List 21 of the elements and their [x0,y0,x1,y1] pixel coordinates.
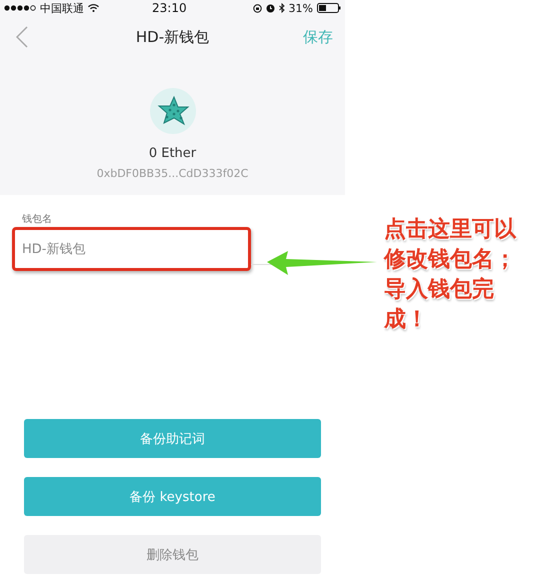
backup-button[interactable]: 备份 keystore [24,477,321,516]
wallet-name-field[interactable]: HD-新钱包 [12,227,251,271]
back-icon[interactable] [16,26,28,48]
field-label: 钱包名 [22,214,52,226]
status-time: 23:10 [152,1,187,15]
carrier-name: 中国联通 [40,0,84,16]
alarm-icon [266,4,275,12]
battery-icon [317,3,341,13]
delete-button[interactable]: 删除钱包 [24,535,321,574]
annotation-text: 点击这里可以 修改钱包名； 导入钱包完 成！ [384,216,516,334]
wifi-icon [88,4,99,12]
signal-icon [4,5,36,11]
wallet-address: 0xbDF0BB35...CdD333f02C [96,167,248,180]
rotation-lock-icon [252,4,262,12]
page-title: HD-新钱包 [136,28,210,46]
starfish-avatar-icon [150,88,196,134]
save-link[interactable]: 保存 [303,28,333,46]
backup-button[interactable]: 备份助记词 [24,419,321,458]
bluetooth-icon [278,3,285,13]
battery-percent: 31% [288,2,313,14]
wallet-balance: 0 Ether [148,146,196,161]
